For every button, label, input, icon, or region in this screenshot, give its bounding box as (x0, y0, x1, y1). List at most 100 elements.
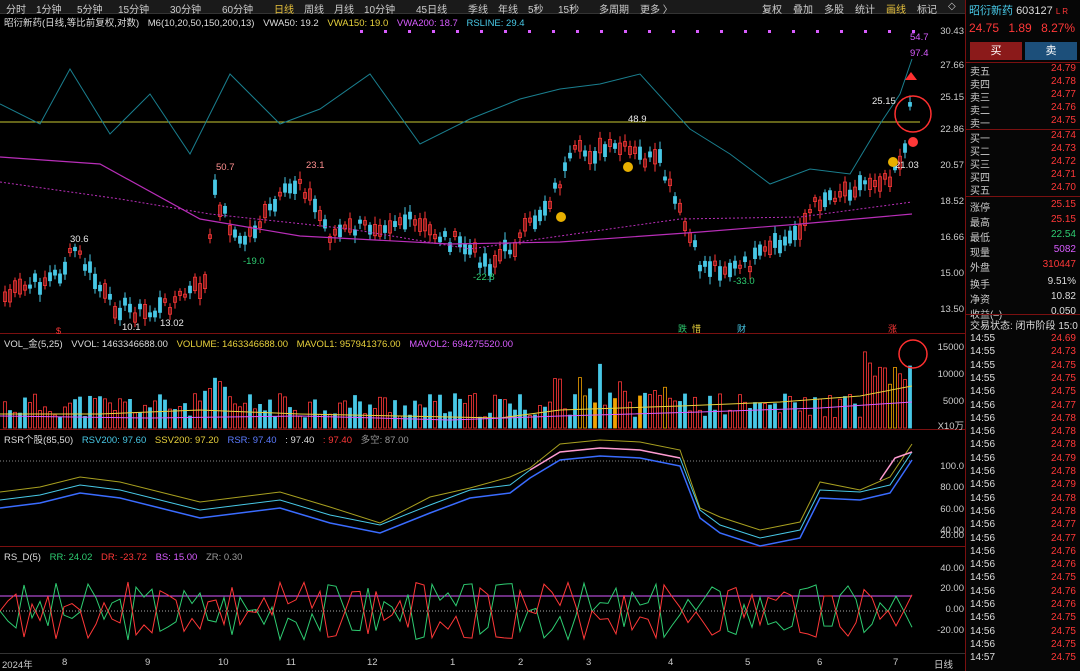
stat-row-label: 最高 (970, 218, 990, 229)
volume-pane[interactable]: VOL_金(5,25) VVOL: 1463346688.00 VOLUME: … (0, 334, 965, 432)
volume-bar (328, 413, 332, 429)
tick-price: 24.76 (1050, 599, 1076, 610)
trade-status: 交易状态: 闭市阶段 15:0 (970, 321, 1078, 332)
bid-row-value: 24.74 (1050, 130, 1076, 141)
buy-button[interactable]: 买 (970, 42, 1022, 60)
volume-bar (93, 398, 97, 429)
volume-bar (203, 390, 207, 429)
price-pane[interactable]: 昭衍新药(日线,等比前复权,对数) M6(10,20,50,150,200,13… (0, 14, 965, 334)
volume-bar (233, 403, 237, 429)
tick-time: 14:55 (970, 359, 996, 371)
sell-button[interactable]: 卖 (1025, 42, 1077, 60)
rsr-pane[interactable]: RSR个股(85,50) RSV200: 97.60 SSV200: 97.20… (0, 430, 965, 547)
volume-bar (773, 403, 777, 429)
signal-dot (696, 30, 699, 33)
candle-body (648, 151, 652, 158)
volume-bar (133, 412, 137, 429)
volume-bar (198, 400, 202, 429)
stat-row-value: 22.54 (1050, 229, 1076, 240)
price-annotation: 48.9 (628, 114, 647, 125)
volume-bar (743, 401, 747, 429)
rsd-chart[interactable] (0, 547, 965, 654)
rsr-chart[interactable] (0, 430, 965, 547)
rsr-axis-tick: 80.00 (940, 482, 964, 493)
candle-body (353, 229, 357, 236)
tick-price: 24.78 (1050, 505, 1076, 517)
candle-body (863, 180, 867, 185)
signal-dot (672, 30, 675, 33)
volume-bar (818, 398, 822, 429)
candle-body (733, 260, 737, 269)
stat-row-value: 5082 (1053, 244, 1076, 255)
volume-bar (333, 413, 337, 429)
bid-row: 买五 24.70 (970, 182, 1078, 197)
tick-row: 14:55 24.75 (970, 360, 1078, 373)
candle-body (468, 244, 472, 255)
candle-body (188, 285, 192, 294)
candle-body (403, 214, 407, 230)
volume-axis-tick: 15000 (937, 342, 964, 353)
volume-bar (293, 409, 297, 429)
volume-bar (218, 381, 222, 429)
volume-bar (563, 408, 567, 429)
volume-highlight-circle (898, 339, 928, 369)
tick-time: 14:56 (970, 572, 996, 584)
tick-price: 24.75 (1050, 612, 1076, 624)
candle-body (213, 179, 217, 195)
volume-bar (68, 402, 72, 429)
price-chart[interactable]: 30.6 50.7 23.1 48.9 54.7 97.4 25.15 21.03 -19.0 -… (0, 14, 965, 334)
candle-body (313, 198, 317, 213)
stat-row-label: 净资 (970, 295, 990, 306)
candle-body (538, 209, 542, 222)
volume-bar (238, 406, 242, 429)
stat-row-value: 25.15 (1050, 214, 1076, 225)
tick-time: 14:56 (970, 439, 996, 451)
signal-circle-icon (888, 157, 898, 167)
ask-row-value: 24.78 (1050, 76, 1076, 87)
candle-body (828, 190, 832, 201)
volume-bar (383, 397, 387, 429)
last-price: 24.75 (969, 21, 1000, 35)
volume-bar (428, 394, 432, 429)
candle-body (118, 307, 122, 321)
volume-bar (173, 409, 177, 429)
signal-dot (480, 30, 483, 33)
candle-body (123, 297, 127, 306)
candle-body (33, 273, 37, 282)
tick-time: 14:56 (970, 612, 996, 624)
stat-row-label: 最低 (970, 233, 990, 244)
candle-body (238, 235, 242, 244)
volume-bar (23, 397, 27, 429)
tick-time: 14:55 (970, 346, 996, 358)
volume-bar (598, 363, 602, 429)
stock-badge: L R (1055, 7, 1068, 16)
volume-chart[interactable] (0, 334, 965, 430)
volume-bar (453, 393, 457, 429)
rr-line (0, 581, 913, 642)
stat-row: 最高 25.15 (970, 214, 1078, 229)
volume-bar (728, 409, 732, 429)
volume-bar (403, 405, 407, 429)
rsd-pane[interactable]: RS_D(5) RR: 24.02 DR: -23.72 BS: 15.00 Z… (0, 547, 965, 654)
candle-body (593, 150, 597, 164)
candle-body (773, 233, 777, 248)
dr-line (0, 580, 913, 641)
volume-bar (713, 409, 717, 429)
period-label: 日线 (934, 660, 954, 671)
volume-bar (548, 401, 552, 429)
candle-body (393, 221, 397, 227)
price-annotation: 54.7 (910, 32, 929, 43)
volume-bar (378, 396, 382, 429)
price-change: 1.89 (1008, 21, 1032, 35)
volume-bar (443, 413, 447, 429)
volume-bar (653, 390, 657, 429)
tick-price: 24.75 (1050, 572, 1076, 584)
candle-body (908, 102, 912, 107)
candle-body (138, 303, 142, 310)
tick-row: 14:56 24.76 (970, 599, 1078, 612)
candle-body (478, 262, 482, 268)
volume-bar (273, 416, 277, 429)
volume-bar (573, 394, 577, 429)
ask-row: 卖五 24.79 (970, 63, 1078, 78)
toolbar-right-6[interactable]: ◇ (948, 1, 956, 12)
